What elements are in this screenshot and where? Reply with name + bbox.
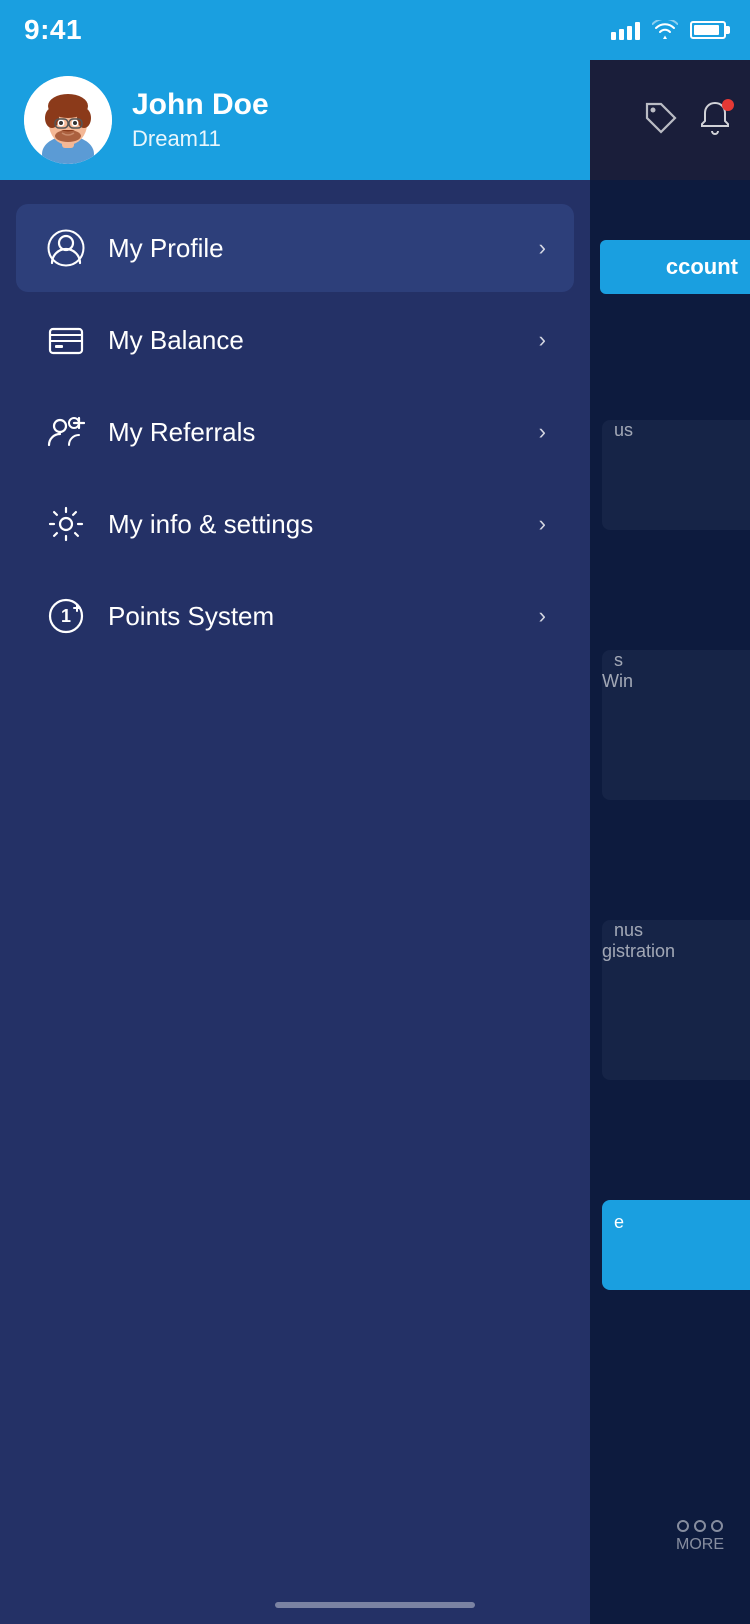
- chevron-icon-my-info-settings: ›: [539, 511, 546, 537]
- chevron-icon-my-balance: ›: [539, 327, 546, 353]
- status-icons: [611, 20, 726, 40]
- more-circle-3: [711, 1520, 723, 1532]
- right-panel-bg: ccount us sWin nusgistration e MORE: [590, 60, 750, 1624]
- drawer-user-subtitle: Dream11: [132, 126, 269, 152]
- referrals-icon: [44, 410, 88, 454]
- svg-text:1: 1: [61, 606, 71, 626]
- menu-label-my-profile: My Profile: [108, 233, 539, 264]
- chevron-icon-my-referrals: ›: [539, 419, 546, 445]
- menu-items-list: My Profile › My Balance ›: [0, 180, 590, 1624]
- profile-icon: [44, 226, 88, 270]
- balance-icon: [44, 318, 88, 362]
- bell-icon-container[interactable]: [696, 99, 734, 142]
- header-right-area: [590, 60, 750, 180]
- menu-label-my-info-settings: My info & settings: [108, 509, 539, 540]
- account-button[interactable]: ccount: [600, 240, 750, 294]
- more-circle-2: [694, 1520, 706, 1532]
- signal-bar-4: [635, 22, 640, 40]
- bg-blue-btn[interactable]: e: [602, 1200, 750, 1290]
- bg-card-2: sWin: [602, 650, 750, 800]
- wifi-icon: [652, 20, 678, 40]
- menu-item-my-balance[interactable]: My Balance ›: [16, 296, 574, 384]
- menu-item-my-info-settings[interactable]: My info & settings ›: [16, 480, 574, 568]
- menu-label-my-balance: My Balance: [108, 325, 539, 356]
- bg-card-3-text: nusgistration: [602, 908, 687, 973]
- bg-card-1-text: us: [602, 408, 645, 452]
- status-bar: 9:41: [0, 0, 750, 60]
- status-time: 9:41: [24, 14, 82, 46]
- chevron-icon-points-system: ›: [539, 603, 546, 629]
- drawer-user-name: John Doe: [132, 88, 269, 122]
- menu-item-points-system[interactable]: 1 Points System ›: [16, 572, 574, 660]
- avatar: [24, 76, 112, 164]
- points-icon: 1: [44, 594, 88, 638]
- battery-icon: [690, 21, 726, 39]
- tag-icon-container[interactable]: [642, 99, 680, 142]
- menu-item-my-profile[interactable]: My Profile ›: [16, 204, 574, 292]
- battery-fill: [694, 25, 719, 35]
- more-circles: [677, 1520, 723, 1532]
- bg-card-2-text: sWin: [602, 638, 645, 703]
- bg-card-3: nusgistration: [602, 920, 750, 1080]
- navigation-drawer: John Doe Dream11 My Profile ›: [0, 0, 590, 1624]
- chevron-icon-my-profile: ›: [539, 235, 546, 261]
- account-button-label: ccount: [666, 254, 738, 280]
- drawer-user-info: John Doe Dream11: [132, 88, 269, 152]
- signal-bar-3: [627, 26, 632, 40]
- menu-label-my-referrals: My Referrals: [108, 417, 539, 448]
- menu-label-points-system: Points System: [108, 601, 539, 632]
- home-indicator: [275, 1602, 475, 1608]
- signal-bar-1: [611, 32, 616, 40]
- settings-icon: [44, 502, 88, 546]
- signal-icon: [611, 20, 640, 40]
- menu-item-my-referrals[interactable]: My Referrals ›: [16, 388, 574, 476]
- tag-icon: [642, 99, 680, 137]
- bell-notification-badge: [722, 99, 734, 111]
- more-circle-1: [677, 1520, 689, 1532]
- bg-card-1: us: [602, 420, 750, 530]
- more-label: MORE: [676, 1536, 724, 1554]
- avatar-image: [24, 76, 112, 164]
- signal-bar-2: [619, 29, 624, 40]
- bg-blue-btn-text: e: [602, 1200, 750, 1245]
- more-button[interactable]: MORE: [650, 1510, 750, 1564]
